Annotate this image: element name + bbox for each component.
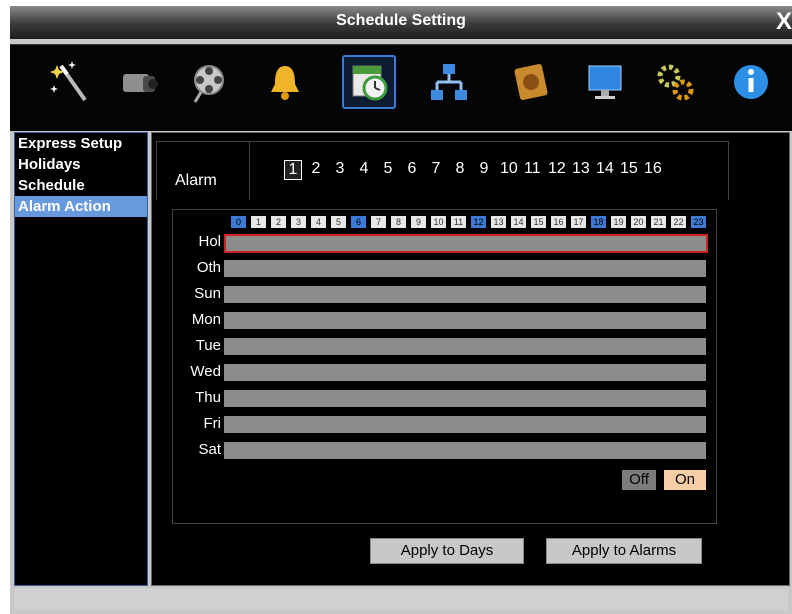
alarm-label: Alarm: [175, 172, 217, 189]
alarm-tab[interactable]: Alarm: [156, 141, 250, 200]
apply-to-days-button[interactable]: Apply to Days: [370, 538, 524, 564]
hour-label-16: 16: [551, 216, 566, 228]
day-label-tue: Tue: [195, 337, 221, 354]
network-icon[interactable]: [424, 57, 474, 107]
hour-label-9: 9: [411, 216, 426, 228]
alarm-number-16[interactable]: 16: [644, 160, 662, 178]
day-label-thu: Thu: [195, 389, 221, 406]
hour-label-21: 21: [651, 216, 666, 228]
hour-label-23: 23: [691, 216, 706, 228]
alarm-number-9[interactable]: 9: [476, 160, 492, 178]
window-title: Schedule Setting: [336, 12, 466, 29]
alarm-number-7[interactable]: 7: [428, 160, 444, 178]
alarm-number-11[interactable]: 11: [524, 160, 541, 178]
status-bar: [14, 588, 788, 610]
sidebar-menu: Express Setup Holidays Schedule Alarm Ac…: [14, 132, 148, 586]
hour-label-22: 22: [671, 216, 686, 228]
schedule-bar-sat[interactable]: [224, 442, 706, 459]
hard-disk-icon[interactable]: [506, 57, 556, 107]
schedule-bar-thu[interactable]: [224, 390, 706, 407]
schedule-bar-hol[interactable]: [224, 234, 708, 253]
sidebar-item-holidays[interactable]: Holidays: [15, 154, 147, 175]
alarm-number-12[interactable]: 12: [548, 160, 566, 178]
hour-label-18: 18: [591, 216, 606, 228]
hour-label-5: 5: [331, 216, 346, 228]
alarm-number-4[interactable]: 4: [356, 160, 372, 178]
hour-label-12: 12: [471, 216, 486, 228]
schedule-bar-tue[interactable]: [224, 338, 706, 355]
schedule-calendar-icon[interactable]: [342, 55, 396, 109]
hour-label-17: 17: [571, 216, 586, 228]
off-button[interactable]: Off: [622, 470, 656, 490]
hour-label-8: 8: [391, 216, 406, 228]
schedule-bar-fri[interactable]: [224, 416, 706, 433]
day-label-wed: Wed: [190, 363, 221, 380]
alarm-number-selector: 1 2 3 4 5 6 7 8 9 10 11 12 13 14 15 16: [248, 141, 729, 200]
alarm-number-13[interactable]: 13: [572, 160, 590, 178]
day-label-mon: Mon: [191, 311, 221, 328]
sidebar-item-schedule[interactable]: Schedule: [15, 175, 147, 196]
schedule-bar-wed[interactable]: [224, 364, 706, 381]
schedule-bar-sun[interactable]: [224, 286, 706, 303]
hour-label-11: 11: [451, 216, 466, 228]
day-label-sat: Sat: [198, 441, 221, 458]
day-label-oth: Oth: [196, 259, 221, 276]
hour-label-19: 19: [611, 216, 626, 228]
hour-label-1: 1: [251, 216, 266, 228]
wizard-wand-icon[interactable]: [44, 57, 94, 107]
alarm-number-14[interactable]: 14: [596, 160, 614, 178]
sidebar-item-express-setup[interactable]: Express Setup: [15, 133, 147, 154]
title-bar: Schedule Setting X: [10, 6, 792, 39]
hour-label-7: 7: [371, 216, 386, 228]
main-panel: Alarm 1 2 3 4 5 6 7 8 9 10 11 12 13 14 15 16 0123456789…: [151, 132, 790, 586]
alarm-number-10[interactable]: 10: [500, 160, 518, 178]
hour-label-6: 6: [351, 216, 366, 228]
day-label-fri: Fri: [203, 415, 222, 432]
hour-label-3: 3: [291, 216, 306, 228]
schedule-grid: 0 1 2 3 4 5 6 7 8 9 10 11 12 13 14 15 16 17 18 19 20 21 22 23 H…: [172, 209, 717, 524]
hour-label-15: 15: [531, 216, 546, 228]
alarm-number-6[interactable]: 6: [404, 160, 420, 178]
film-reel-icon[interactable]: [184, 57, 234, 107]
hour-label-2: 2: [271, 216, 286, 228]
settings-gears-icon[interactable]: [650, 57, 700, 107]
alarm-number-3[interactable]: 3: [332, 160, 348, 178]
info-icon[interactable]: [726, 57, 776, 107]
alarm-number-5[interactable]: 5: [380, 160, 396, 178]
monitor-display-icon[interactable]: [580, 57, 630, 107]
hour-label-10: 10: [431, 216, 446, 228]
hour-label-0: 0: [231, 216, 246, 228]
close-icon[interactable]: X: [776, 8, 792, 36]
alarm-number-2[interactable]: 2: [308, 160, 324, 178]
hour-label-4: 4: [311, 216, 326, 228]
dialog-window: Schedule Setting X Express Setup Holiday…: [10, 6, 792, 614]
apply-to-alarms-button[interactable]: Apply to Alarms: [546, 538, 702, 564]
day-label-sun: Sun: [194, 285, 221, 302]
camera-icon[interactable]: [114, 57, 164, 107]
main-toolbar: [10, 44, 792, 131]
alarm-number-1[interactable]: 1: [284, 160, 302, 180]
alarm-number-8[interactable]: 8: [452, 160, 468, 178]
sidebar-item-alarm-action[interactable]: Alarm Action: [15, 196, 147, 217]
hour-label-20: 20: [631, 216, 646, 228]
alarm-bell-icon[interactable]: [260, 57, 310, 107]
on-button[interactable]: On: [664, 470, 706, 490]
schedule-bar-oth[interactable]: [224, 260, 706, 277]
schedule-bar-mon[interactable]: [224, 312, 706, 329]
hour-label-14: 14: [511, 216, 526, 228]
alarm-number-15[interactable]: 15: [620, 160, 638, 178]
hour-label-13: 13: [491, 216, 506, 228]
day-label-hol: Hol: [198, 233, 221, 250]
